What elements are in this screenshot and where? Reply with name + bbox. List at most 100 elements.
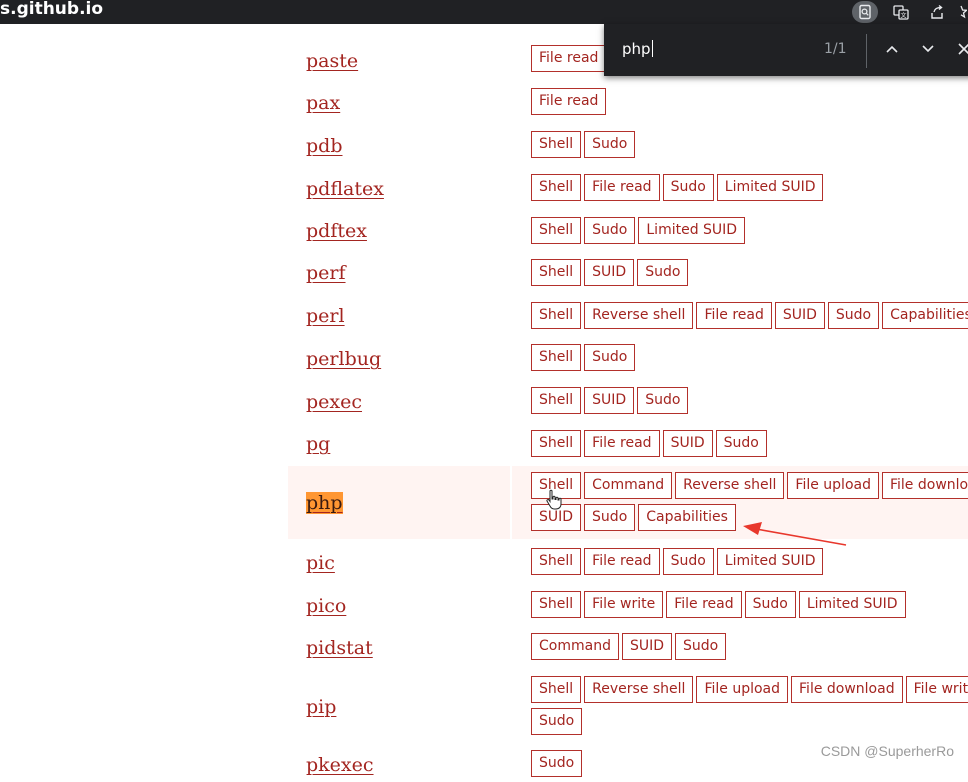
tag-line: Shell Sudo	[531, 131, 638, 163]
csdn-watermark: CSDN @SuperherRo	[820, 743, 954, 759]
binary-link[interactable]: pidstat	[306, 637, 373, 659]
close-icon[interactable]	[953, 38, 968, 60]
function-tag[interactable]: File read	[531, 45, 607, 72]
function-tag[interactable]: Sudo	[675, 633, 727, 660]
function-tags: Shell Sudo Limited SUID	[531, 217, 748, 249]
function-tag[interactable]: Limited SUID	[798, 591, 906, 618]
function-tag[interactable]: Shell	[531, 259, 582, 286]
function-tag[interactable]: SUID	[662, 430, 713, 457]
binary-link[interactable]: perf	[306, 262, 346, 284]
function-tag[interactable]: SUID	[774, 302, 825, 329]
function-tag[interactable]: Sudo	[715, 430, 767, 457]
binary-link[interactable]: pic	[306, 552, 335, 574]
function-tag[interactable]: File write	[584, 591, 664, 618]
tag-line: Sudo	[531, 750, 585, 782]
binary-link[interactable]: pg	[306, 433, 330, 455]
function-tag[interactable]: Sudo	[662, 174, 714, 201]
function-tags: Shell SUID Sudo	[531, 259, 691, 291]
binary-link[interactable]: pax	[306, 92, 340, 114]
function-tag[interactable]: Reverse shell	[584, 302, 694, 329]
function-tag[interactable]: SUID	[584, 259, 635, 286]
browser-toolbar: s.github.io 文	[0, 0, 968, 24]
binary-link[interactable]: pdflatex	[306, 178, 384, 200]
function-tag[interactable]: Shell	[531, 217, 582, 244]
function-tag[interactable]: Shell	[531, 302, 582, 329]
function-tag[interactable]: Sudo	[531, 750, 583, 777]
function-tag[interactable]: Limited SUID	[638, 217, 746, 244]
function-tag[interactable]: File download	[881, 472, 968, 499]
function-tag[interactable]: Sudo	[584, 344, 636, 371]
tag-line: Shell SUID Sudo	[531, 387, 691, 419]
binary-link[interactable]: perlbug	[306, 348, 381, 370]
binary-link[interactable]: php	[306, 492, 343, 514]
function-tag[interactable]: Shell	[531, 344, 582, 371]
binary-link[interactable]: pdftex	[306, 220, 367, 242]
binary-link[interactable]: pico	[306, 595, 346, 617]
bookmark-star-icon[interactable]	[954, 1, 968, 23]
function-tag[interactable]: File read	[531, 88, 607, 115]
function-tag[interactable]: Shell	[531, 548, 582, 575]
function-tag[interactable]: Command	[531, 633, 619, 660]
function-tag[interactable]: File read	[584, 174, 660, 201]
function-tag[interactable]: Limited SUID	[716, 174, 824, 201]
function-tag[interactable]: Capabilities	[638, 504, 736, 531]
function-tag[interactable]: File read	[584, 548, 660, 575]
table-row: pexec Shell SUID Sudo	[288, 381, 968, 423]
function-tag[interactable]: Sudo	[744, 591, 796, 618]
binary-link[interactable]: pip	[306, 696, 336, 718]
chevron-down-icon[interactable]	[917, 38, 939, 60]
function-tag[interactable]: Limited SUID	[716, 548, 824, 575]
function-tag[interactable]: Sudo	[584, 131, 636, 158]
tag-line: Shell File read Sudo Limited SUID	[531, 548, 826, 580]
tag-line: File read	[531, 45, 609, 77]
function-tag[interactable]: Sudo	[637, 259, 689, 286]
binary-link[interactable]: paste	[306, 50, 358, 72]
hand-cursor-icon	[545, 489, 563, 515]
find-icon[interactable]	[852, 1, 878, 23]
function-tags: Shell File read Sudo Limited SUID	[531, 174, 826, 206]
function-tag[interactable]: File download	[791, 676, 903, 703]
function-tag[interactable]: File write	[905, 676, 968, 703]
function-tag[interactable]: Sudo	[531, 708, 583, 735]
binary-link[interactable]: perl	[306, 305, 345, 327]
function-tag[interactable]: Shell	[531, 430, 582, 457]
find-input[interactable]: php	[622, 40, 653, 58]
function-tag[interactable]: Sudo	[827, 302, 880, 329]
function-tag[interactable]: Sudo	[662, 548, 714, 575]
function-tag[interactable]: File upload	[787, 472, 879, 499]
function-tags: Sudo	[531, 750, 585, 782]
function-tag[interactable]: Command	[584, 472, 673, 499]
function-tag[interactable]: File upload	[696, 676, 789, 703]
chevron-up-icon[interactable]	[881, 38, 903, 60]
function-tag[interactable]: Shell	[531, 676, 582, 703]
tag-line: Shell Sudo	[531, 344, 638, 376]
table-row: pip Shell Reverse shell File upload File dow…	[288, 670, 968, 743]
function-tags: Shell File read SUID Sudo	[531, 430, 770, 462]
function-tag[interactable]: Reverse shell	[675, 472, 785, 499]
table-row: pax File read	[288, 82, 968, 124]
binary-link[interactable]: pkexec	[306, 754, 374, 776]
function-tag[interactable]: Reverse shell	[584, 676, 694, 703]
function-tag[interactable]: Shell	[531, 387, 582, 414]
function-tag[interactable]: SUID	[584, 387, 635, 414]
function-tag[interactable]: Shell	[531, 131, 582, 158]
function-tag[interactable]: Capabilities	[882, 302, 968, 329]
function-tag[interactable]: Sudo	[584, 217, 636, 244]
binary-link[interactable]: pexec	[306, 391, 362, 413]
function-tag[interactable]: SUID	[621, 633, 673, 660]
translate-icon[interactable]: 文	[888, 1, 914, 23]
find-match-count: 1/1	[824, 41, 847, 57]
function-tag[interactable]: File read	[584, 430, 660, 457]
table-row: php Shell Command Reverse shell File upload F…	[288, 466, 968, 539]
table-row: pdb Shell Sudo	[288, 125, 968, 167]
binary-link[interactable]: pdb	[306, 135, 343, 157]
function-tag[interactable]: File read	[696, 302, 772, 329]
function-tag[interactable]: Shell	[531, 591, 582, 618]
function-tag[interactable]: Sudo	[637, 387, 689, 414]
function-tag[interactable]: File read	[666, 591, 742, 618]
share-icon[interactable]	[924, 1, 950, 23]
function-tags: Shell Sudo	[531, 131, 638, 163]
function-tag[interactable]: Sudo	[584, 504, 636, 531]
function-tag[interactable]: Shell	[531, 174, 582, 201]
address-bar-url[interactable]: s.github.io	[0, 0, 103, 22]
